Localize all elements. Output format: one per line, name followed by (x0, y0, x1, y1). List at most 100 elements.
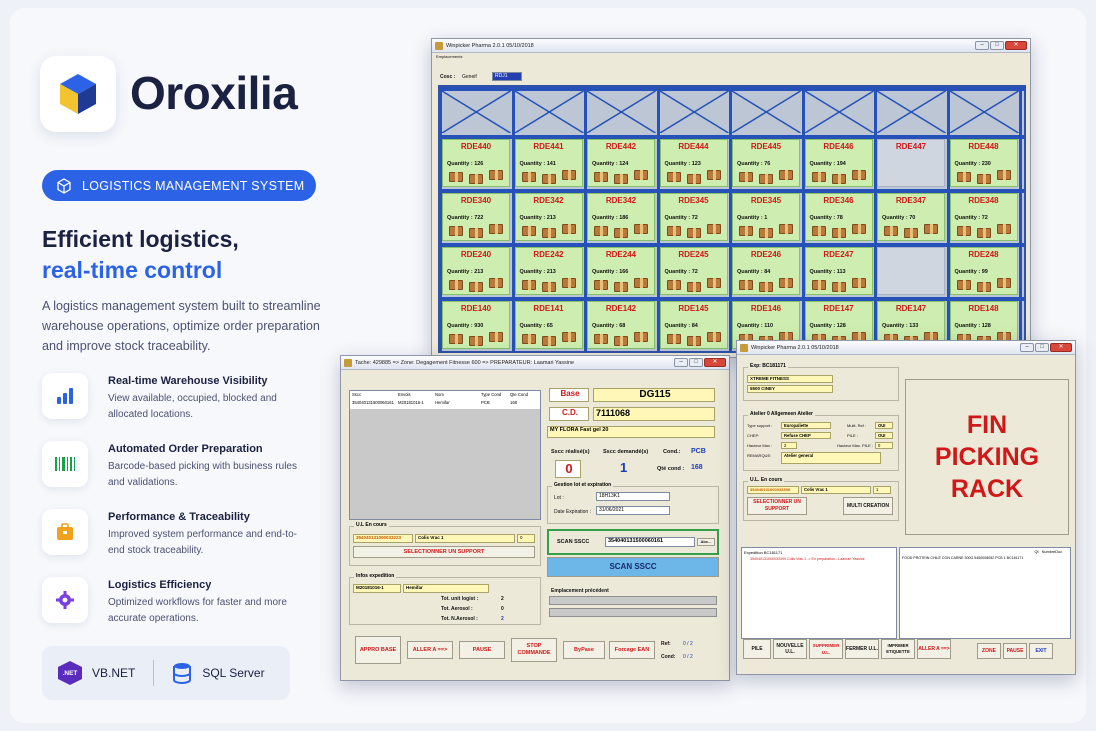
rack-location[interactable]: RDE340 Quantity : 722 (442, 193, 510, 241)
location-name: RDE141 (533, 304, 564, 313)
rack-location[interactable]: RDE447 (877, 139, 945, 187)
stop-commande-button[interactable]: STOP COMMANDE (511, 638, 557, 662)
carton-icon (541, 282, 556, 292)
multi-creation-button[interactable]: MULTI CREATION (843, 497, 893, 515)
rack-location[interactable]: RDE145 Quantity : 84 (659, 301, 728, 349)
pause-button[interactable]: PAUSE (459, 641, 505, 659)
rack-location[interactable]: RDE441 Quantity : 141 (514, 139, 583, 187)
rack-location[interactable]: RDE448 Quantity : 230 (949, 139, 1018, 187)
rack-location[interactable]: RDE442 Quantity : 124 (587, 139, 655, 187)
rack-location[interactable] (877, 247, 945, 295)
carton-icon (489, 224, 503, 234)
imprimer-etiquette-button[interactable]: IMPRIMER ETIQUETTE (881, 639, 915, 659)
carton-icon (634, 170, 648, 180)
close-button[interactable]: ✕ (704, 358, 726, 367)
rack-location[interactable]: RDE244 Quantity : 166 (587, 247, 655, 295)
carton-icon (706, 170, 721, 180)
location-quantity: Quantity : 722 (447, 215, 484, 221)
forcage-ean-button[interactable]: Forcage EAN (609, 641, 655, 659)
keyboard-button[interactable]: Abc... (697, 538, 715, 546)
rack-location[interactable]: RDE245 Quantity : 72 (659, 247, 728, 295)
rack-location[interactable]: RDE240 Quantity : 213 (442, 247, 510, 295)
rack-location[interactable]: RDE141 Quantity : 65 (514, 301, 583, 349)
tree-child[interactable]: 354040131000033399 Colis Vrac 1 -> En pr… (750, 557, 896, 561)
aller-a-button[interactable]: ALLER A ==> (407, 641, 453, 659)
rack-location[interactable]: RDE345 Quantity : 1 (732, 193, 800, 241)
rack-location[interactable]: RDE142 Quantity : 68 (587, 301, 655, 349)
emplacement-field (549, 608, 717, 617)
scan-input[interactable]: 354040131500060161 (605, 537, 695, 547)
nouvelle-ul-button[interactable]: NOUVELLE U.L. (773, 639, 807, 659)
minimize-button[interactable]: – (674, 358, 688, 367)
select-support-button[interactable]: SELECTIONNER UN SUPPORT (747, 497, 807, 515)
detail-list[interactable]: Qt NumbreDoc FOOD PROTEIN CHILE CON CARN… (899, 547, 1071, 639)
picking-window: Tache: 429885 => Zone: Degagement Fitnes… (340, 355, 730, 681)
rack-location[interactable]: RDE347 Quantity : 70 (877, 193, 945, 241)
maximize-button[interactable]: □ (990, 41, 1004, 50)
appro-base-button[interactable]: APPRO BASE (355, 636, 401, 664)
col-header: Envois (398, 392, 411, 397)
carton-icon (811, 280, 826, 290)
location-quantity: Quantity : 930 (447, 323, 484, 329)
tree-root[interactable]: Expedition BC181171 (744, 550, 896, 555)
select-support-button[interactable]: SELECTIONNER UN SUPPORT (353, 546, 535, 558)
maximize-button[interactable]: □ (689, 358, 703, 367)
rack-location[interactable]: RDE444 Quantity : 123 (659, 139, 728, 187)
rack-location[interactable]: RDE445 Quantity : 76 (732, 139, 800, 187)
rack-location[interactable]: RDE446 Quantity : 194 (804, 139, 873, 187)
maximize-button[interactable]: □ (1035, 343, 1049, 352)
carton-icon (666, 334, 681, 344)
carton-icon (759, 228, 773, 238)
carton-icon (686, 228, 701, 238)
sscc-table[interactable] (349, 390, 541, 520)
carton-icon (449, 172, 463, 182)
rack-location[interactable]: RDE440 Quantity : 126 (442, 139, 510, 187)
location-quantity: Quantity : 141 (519, 161, 556, 167)
type-support-label: Type support : (747, 423, 773, 428)
carton-icon (851, 278, 866, 288)
rack-location[interactable]: RDE342 Quantity : 186 (587, 193, 655, 241)
close-button[interactable]: ✕ (1050, 343, 1072, 352)
expiration-select[interactable]: 31/06/2021 (596, 506, 670, 515)
rack-location[interactable]: RDE246 Quantity : 84 (732, 247, 800, 295)
location-name: RDE442 (605, 142, 637, 151)
carton-icon (666, 280, 681, 290)
close-button[interactable]: ✕ (1005, 41, 1027, 50)
rack-location[interactable]: RDE342 Quantity : 213 (514, 193, 583, 241)
scan-label: SCAN SSCC (557, 539, 590, 545)
rack-location[interactable]: RDE348 Quantity : 72 (949, 193, 1018, 241)
cosc-select[interactable]: RDJ1 (492, 72, 522, 81)
rack-location[interactable]: RDE345 Quantity : 72 (659, 193, 728, 241)
feature-performance: Performance & Traceability Improved syst… (42, 509, 342, 559)
carton-icon (561, 278, 576, 288)
supprimer-ul-button[interactable]: SUPPRIMER U.L. (809, 639, 843, 659)
tot-aerosol-value: 0 (501, 606, 504, 612)
scan-sscc-button[interactable]: SCAN SSCC (547, 557, 719, 577)
pile-button[interactable]: PILE (743, 639, 771, 659)
bypass-button[interactable]: ByPase (563, 641, 605, 659)
carton-icon (449, 334, 463, 344)
remarque-value: Atelier general (781, 452, 881, 464)
location-name: RDE448 (968, 142, 999, 151)
zone-button[interactable]: ZONE (977, 643, 1001, 659)
rack-location[interactable]: RDE242 Quantity : 213 (514, 247, 583, 295)
location-quantity: Quantity : 213 (447, 269, 484, 275)
rack-location[interactable]: RDE346 Quantity : 78 (804, 193, 873, 241)
lot-select[interactable]: 18H13K1 (596, 492, 670, 501)
location-name: RDE342 (533, 196, 564, 205)
logo (40, 56, 116, 132)
pause-button[interactable]: PAUSE (1003, 643, 1027, 659)
location-name: RDE340 (460, 196, 492, 205)
expedition-tree[interactable]: Expedition BC181171 354040131000033399 C… (741, 547, 897, 639)
remarque-label: REMARQUE: (747, 453, 772, 458)
rack-location[interactable]: RDE247 Quantity : 113 (804, 247, 873, 295)
minimize-button[interactable]: – (1020, 343, 1034, 352)
fermer-ul-button[interactable]: FERMER U.L. (845, 639, 879, 659)
rack-location[interactable]: RDE248 Quantity : 99 (949, 247, 1018, 295)
minimize-button[interactable]: – (975, 41, 989, 50)
exit-button[interactable]: EXIT (1029, 643, 1053, 659)
list-row[interactable]: FOOD PROTEIN CHILE CON CARNE 300G 545000… (902, 556, 1070, 560)
aller-a-button[interactable]: ALLER A ==> (917, 639, 951, 659)
category-badge: LOGISTICS MANAGEMENT SYSTEM (42, 170, 316, 201)
rack-location[interactable]: RDE140 Quantity : 930 (442, 301, 510, 349)
